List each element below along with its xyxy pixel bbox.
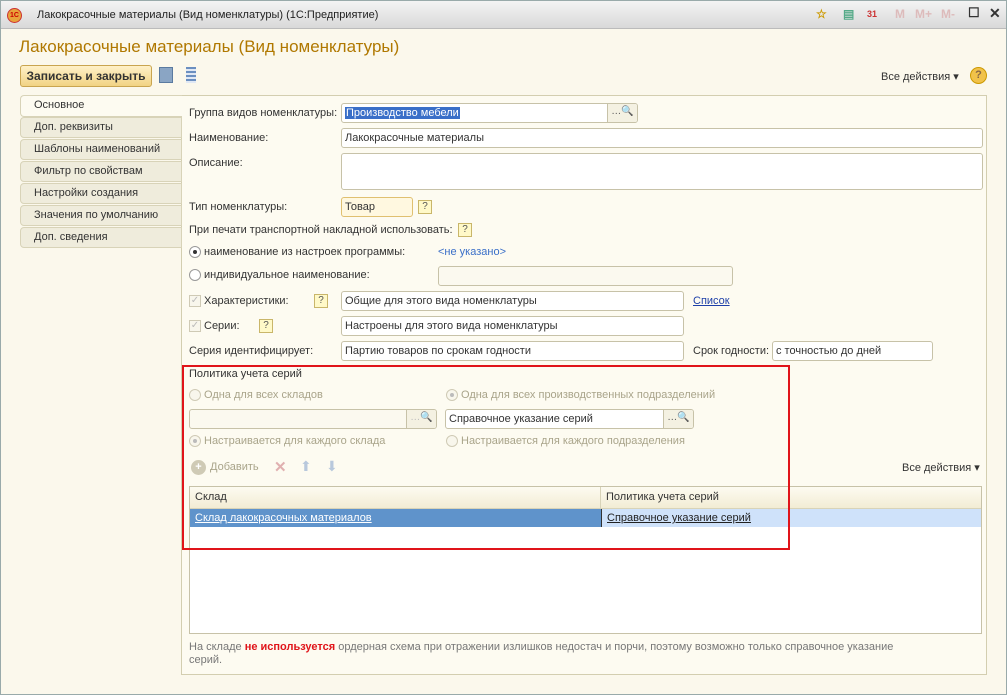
radio-individual-name[interactable] [189, 269, 201, 281]
save-and-close-button[interactable]: Записать и закрыть [20, 65, 152, 87]
series-label: Серии: [204, 320, 240, 332]
series-checkbox[interactable]: ✓ [189, 320, 201, 332]
1c-logo-icon: 1С [7, 8, 22, 23]
tab-extra-info[interactable]: Доп. сведения [20, 227, 182, 248]
tab-name-templates[interactable]: Шаблоны наименований [20, 139, 182, 160]
ident-field[interactable]: Партию товаров по срокам годности [341, 341, 684, 361]
tab-property-filter[interactable]: Фильтр по свойствам [20, 161, 182, 182]
tab-main[interactable]: Основное [20, 95, 182, 117]
description-label: Описание: [189, 157, 243, 169]
memory-m-button[interactable]: M [895, 7, 905, 21]
hint-icon[interactable]: ? [418, 200, 432, 214]
type-label: Тип номенклатуры: [189, 201, 288, 213]
characteristics-label: Характеристики: [204, 295, 289, 307]
tab-creation-settings[interactable]: Настройки создания [20, 183, 182, 204]
list-icon[interactable] [186, 67, 196, 83]
highlight-frame [182, 365, 790, 550]
calendar-icon[interactable]: 31 [867, 9, 877, 19]
calculator-icon[interactable]: ▤ [843, 7, 854, 21]
radio-individual-label: индивидуальное наименование: [204, 269, 370, 281]
favorite-icon[interactable]: ☆ [816, 7, 827, 21]
radio-settings-name[interactable] [189, 246, 201, 258]
tab-defaults[interactable]: Значения по умолчанию [20, 205, 182, 226]
window-title: Лакокрасочные материалы (Вид номенклатур… [37, 9, 379, 21]
description-field[interactable] [341, 153, 983, 190]
help-icon[interactable]: ? [970, 67, 987, 84]
individual-name-field[interactable] [438, 266, 733, 286]
print-label: При печати транспортной накладной исполь… [189, 224, 453, 236]
close-icon[interactable]: ✕ [989, 5, 1001, 22]
name-label: Наименование: [189, 132, 269, 144]
info-note: На складе не используется ордерная схема… [189, 641, 929, 667]
all-actions-menu[interactable]: Все действия ▾ [881, 70, 959, 83]
select-search-icon[interactable]: …🔍 [607, 104, 637, 122]
characteristics-checkbox[interactable]: ✓ [189, 295, 201, 307]
note-text: На складе [189, 641, 245, 653]
title-bar: 1С Лакокрасочные материалы (Вид номенкла… [1, 1, 1006, 29]
group-label: Группа видов номенклатуры: [189, 107, 338, 119]
save-icon[interactable] [159, 67, 173, 83]
hint-icon[interactable]: ? [314, 294, 328, 308]
radio-settings-label: наименование из настроек программы: [204, 246, 406, 258]
tab-extra-attributes[interactable]: Доп. реквизиты [20, 117, 182, 138]
memory-minus-button[interactable]: M- [941, 7, 955, 21]
hint-icon[interactable]: ? [458, 223, 472, 237]
note-emphasis: не используется [244, 641, 336, 653]
expiry-field[interactable]: с точностью до дней [772, 341, 933, 361]
memory-plus-button[interactable]: M+ [915, 7, 932, 21]
name-field[interactable]: Лакокрасочные материалы [341, 128, 983, 148]
hint-icon[interactable]: ? [259, 319, 273, 333]
form-title: Лакокрасочные материалы (Вид номенклатур… [19, 37, 400, 56]
maximize-icon[interactable]: ☐ [968, 5, 980, 21]
not-set-link[interactable]: <не указано> [438, 246, 506, 258]
window: 1С Лакокрасочные материалы (Вид номенкла… [0, 0, 1007, 695]
series-field[interactable]: Настроены для этого вида номенклатуры [341, 316, 684, 336]
type-field[interactable]: Товар [341, 197, 413, 217]
group-field[interactable]: Производство мебели …🔍 [341, 103, 638, 123]
expiry-label: Срок годности: [693, 345, 770, 357]
list-link[interactable]: Список [693, 295, 730, 307]
characteristics-field[interactable]: Общие для этого вида номенклатуры [341, 291, 684, 311]
ident-label: Серия идентифицирует: [189, 345, 314, 357]
group-value: Производство мебели [345, 107, 460, 119]
table-all-actions-menu[interactable]: Все действия ▾ [902, 461, 980, 474]
